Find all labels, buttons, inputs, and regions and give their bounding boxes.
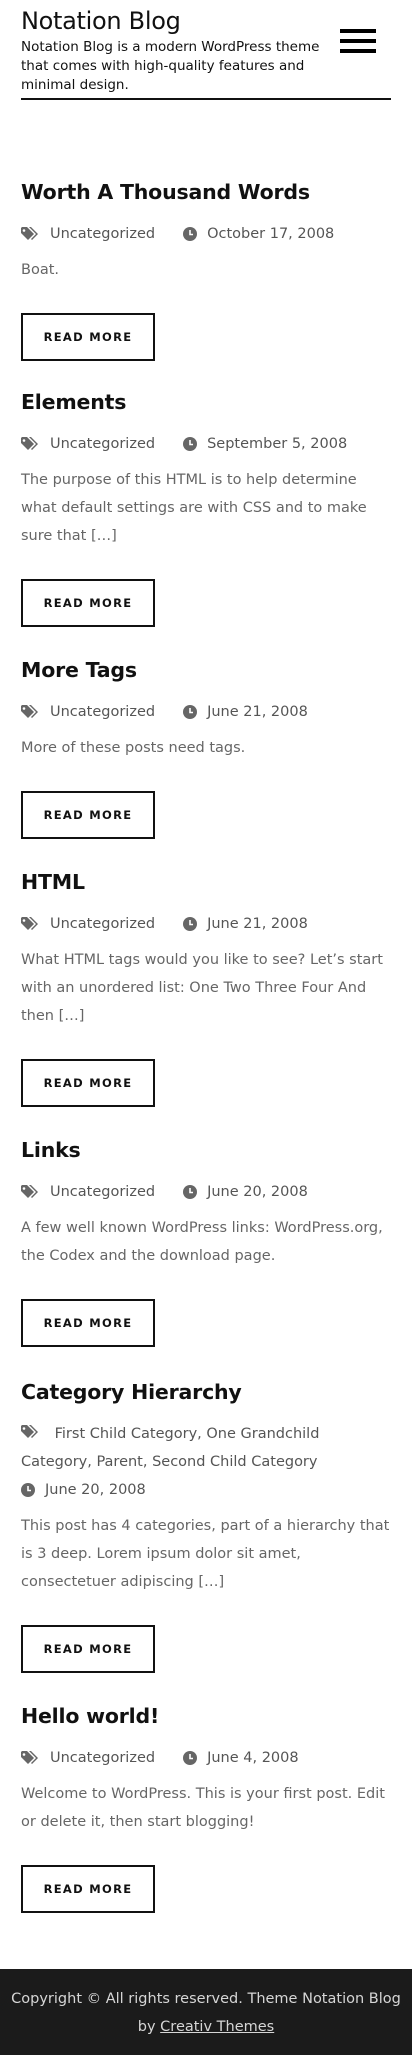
post-category-link[interactable]: First Child Category, One Grandchild Cat… <box>21 1426 319 1470</box>
clock-icon <box>183 1751 198 1765</box>
tags-icon <box>21 916 38 930</box>
tags-icon <box>21 436 38 450</box>
post-date: June 20, 2008 <box>21 1476 146 1504</box>
post: Links Uncategorized June 20, 2008 A few … <box>21 1135 391 1377</box>
read-more-button[interactable]: READ MORE <box>21 1865 155 1913</box>
post-category: Uncategorized <box>21 698 155 726</box>
post-excerpt: Welcome to WordPress. This is your first… <box>21 1786 385 1830</box>
clock-icon <box>183 437 198 451</box>
post-category-link[interactable]: Uncategorized <box>50 1178 155 1206</box>
clock-icon <box>183 705 198 719</box>
post-category-link[interactable]: Uncategorized <box>50 1744 155 1772</box>
post-title[interactable]: More Tags <box>21 655 391 685</box>
post: HTML Uncategorized June 21, 2008 What HT… <box>21 867 391 1135</box>
post-category: Uncategorized <box>21 430 155 458</box>
posts-list: Worth A Thousand Words Uncategorized Oct… <box>0 97 412 1913</box>
footer-credit: by Creativ Themes <box>0 2013 412 2041</box>
tags-icon <box>21 704 38 718</box>
post-category: Uncategorized <box>21 1178 155 1206</box>
site-title[interactable]: Notation Blog <box>21 6 391 36</box>
post-meta: Uncategorized June 4, 2008 <box>21 1744 391 1772</box>
site-header: Notation Blog Notation Blog is a modern … <box>0 0 412 100</box>
post-date-link[interactable]: June 21, 2008 <box>207 698 308 726</box>
post-date-link[interactable]: June 21, 2008 <box>207 910 308 938</box>
post-category-link[interactable]: Uncategorized <box>50 910 155 938</box>
post-category: Uncategorized <box>21 910 155 938</box>
read-more-button[interactable]: READ MORE <box>21 313 155 361</box>
post-category: Uncategorized <box>21 220 155 248</box>
post-category-link[interactable]: Uncategorized <box>50 698 155 726</box>
site-footer: Copyright © All rights reserved. Theme N… <box>0 1969 412 2055</box>
clock-icon <box>183 227 198 241</box>
post-meta: Uncategorized June 21, 2008 <box>21 910 391 938</box>
tags-icon <box>21 1425 38 1438</box>
post-meta: Uncategorized October 17, 2008 <box>21 220 391 248</box>
read-more-button[interactable]: READ MORE <box>21 791 155 839</box>
clock-icon <box>21 1483 35 1497</box>
post-date: June 20, 2008 <box>183 1178 308 1206</box>
post-category: First Child Category, One Grandchild Cat… <box>21 1420 391 1476</box>
post-meta: First Child Category, One Grandchild Cat… <box>21 1420 391 1504</box>
post-excerpt: The purpose of this HTML is to help dete… <box>21 472 367 544</box>
post-meta: Uncategorized June 21, 2008 <box>21 698 391 726</box>
post-date: June 4, 2008 <box>183 1744 299 1772</box>
post-title[interactable]: Links <box>21 1135 391 1165</box>
post-date: June 21, 2008 <box>183 698 308 726</box>
site-description: Notation Blog is a modern WordPress them… <box>21 39 320 93</box>
read-more-button[interactable]: READ MORE <box>21 579 155 627</box>
post-date-link[interactable]: June 20, 2008 <box>45 1476 146 1504</box>
post-category-link[interactable]: Uncategorized <box>50 430 155 458</box>
post-date: June 21, 2008 <box>183 910 308 938</box>
clock-icon <box>183 1185 198 1199</box>
post-date-link[interactable]: September 5, 2008 <box>207 430 347 458</box>
post-title[interactable]: Hello world! <box>21 1701 391 1731</box>
tags-icon <box>21 226 38 240</box>
post: Elements Uncategorized September 5, 2008… <box>21 387 391 655</box>
post-meta: Uncategorized September 5, 2008 <box>21 430 391 458</box>
post-date-link[interactable]: June 4, 2008 <box>207 1744 299 1772</box>
post-title[interactable]: HTML <box>21 867 391 897</box>
post-excerpt: More of these posts need tags. <box>21 740 246 756</box>
post-excerpt: What HTML tags would you like to see? Le… <box>21 952 383 1024</box>
footer-by: by <box>137 2019 156 2035</box>
post-date: October 17, 2008 <box>183 220 334 248</box>
post: More Tags Uncategorized June 21, 2008 Mo… <box>21 655 391 867</box>
post-date-link[interactable]: October 17, 2008 <box>207 220 334 248</box>
read-more-button[interactable]: READ MORE <box>21 1059 155 1107</box>
post: Category Hierarchy First Child Category,… <box>21 1377 391 1701</box>
post-date-link[interactable]: June 20, 2008 <box>207 1178 308 1206</box>
post: Worth A Thousand Words Uncategorized Oct… <box>21 177 391 387</box>
post-title[interactable]: Elements <box>21 387 391 417</box>
post-title[interactable]: Category Hierarchy <box>21 1377 391 1407</box>
read-more-button[interactable]: READ MORE <box>21 1299 155 1347</box>
clock-icon <box>183 917 198 931</box>
post-category-link[interactable]: Uncategorized <box>50 220 155 248</box>
post-excerpt: A few well known WordPress links: WordPr… <box>21 1220 383 1264</box>
header-divider <box>21 98 391 100</box>
footer-author-link[interactable]: Creativ Themes <box>160 2019 274 2035</box>
post: Hello world! Uncategorized June 4, 2008 … <box>21 1701 391 1913</box>
post-excerpt: Boat. <box>21 262 59 278</box>
post-meta: Uncategorized June 20, 2008 <box>21 1178 391 1206</box>
post-excerpt: This post has 4 categories, part of a hi… <box>21 1518 390 1590</box>
hamburger-menu-icon[interactable] <box>340 29 376 53</box>
post-date: September 5, 2008 <box>183 430 347 458</box>
post-title[interactable]: Worth A Thousand Words <box>21 177 391 207</box>
tags-icon <box>21 1184 38 1198</box>
post-category: Uncategorized <box>21 1744 155 1772</box>
read-more-button[interactable]: READ MORE <box>21 1625 155 1673</box>
tags-icon <box>21 1750 38 1764</box>
footer-copyright: Copyright © All rights reserved. Theme N… <box>11 1991 401 2007</box>
